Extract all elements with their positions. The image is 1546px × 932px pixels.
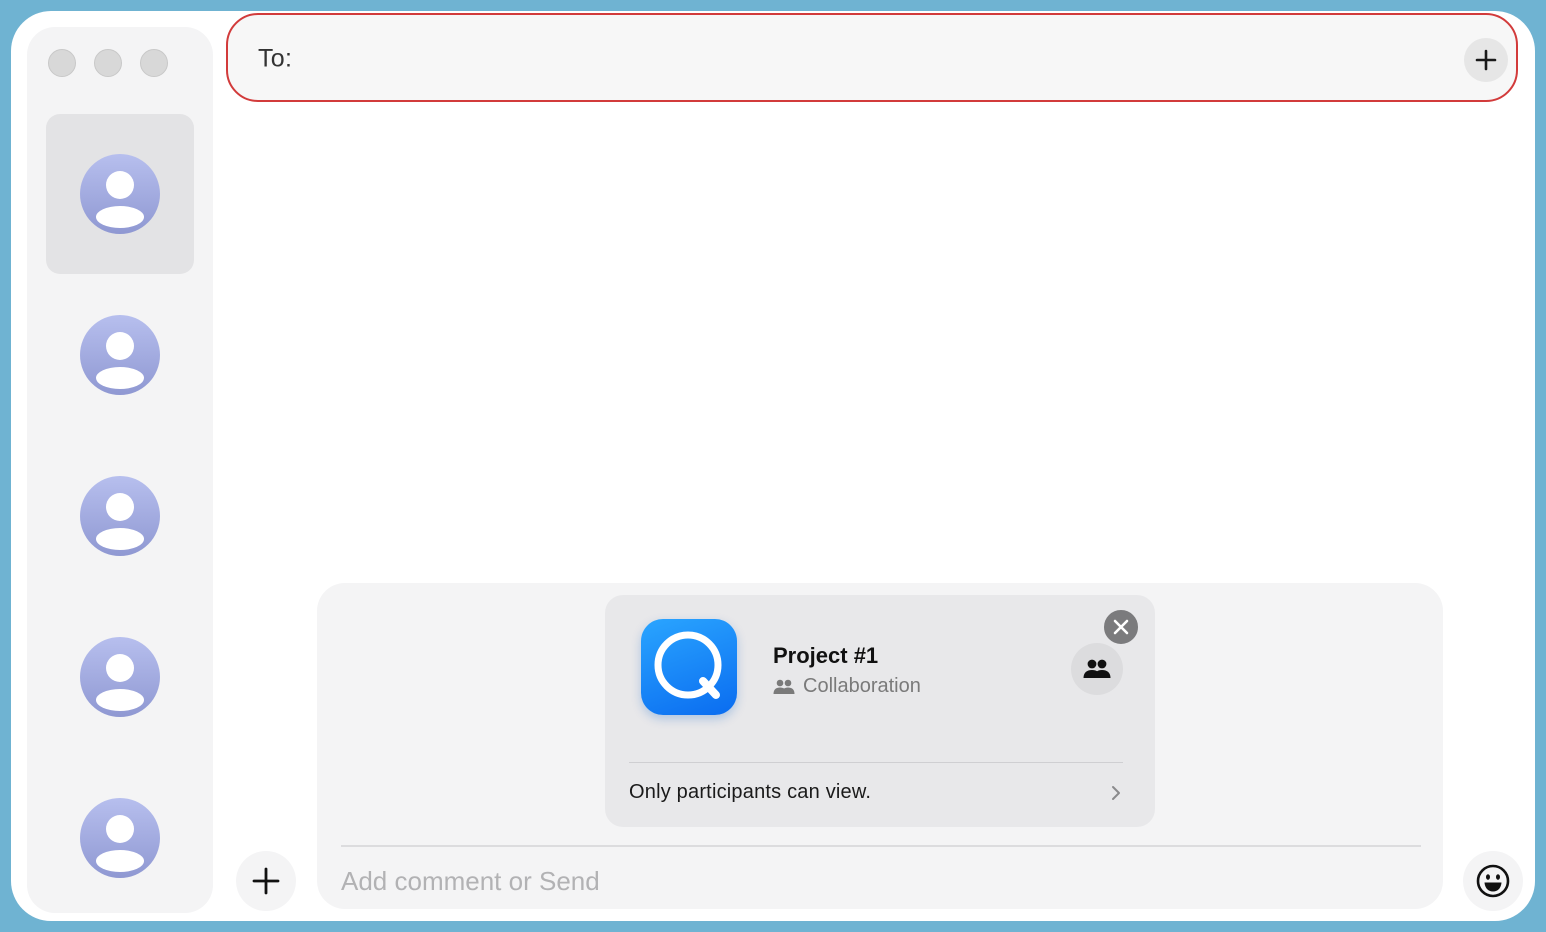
conversation-item-4[interactable] <box>46 597 194 757</box>
chevron-right-icon[interactable] <box>1111 785 1121 801</box>
recipient-field[interactable]: To: <box>226 13 1518 102</box>
conversation-item-3[interactable] <box>46 436 194 596</box>
shared-project-card[interactable]: Project #1 Collaboration Only participan… <box>605 595 1155 827</box>
compose-area: Project #1 Collaboration Only participan… <box>317 583 1443 909</box>
conversation-item-1[interactable] <box>46 114 194 274</box>
messages-window: To: Project #1 Collaboration Only partic… <box>11 11 1535 921</box>
project-title: Project #1 <box>773 643 879 668</box>
person-avatar-icon <box>80 798 160 878</box>
conversation-item-2[interactable] <box>46 275 194 435</box>
person-avatar-icon <box>80 637 160 717</box>
plus-icon <box>252 867 280 895</box>
person-avatar-icon <box>80 154 160 234</box>
close-icon <box>1113 619 1129 635</box>
message-input[interactable] <box>341 863 1401 899</box>
add-attachment-button[interactable] <box>236 851 296 911</box>
people-icon <box>773 679 795 694</box>
compose-divider <box>341 845 1421 847</box>
collaboration-button[interactable] <box>1071 643 1123 695</box>
card-divider <box>629 762 1123 763</box>
remove-attachment-button[interactable] <box>1101 607 1141 647</box>
visibility-setting[interactable]: Only participants can view. <box>629 781 871 804</box>
quick-app-icon <box>641 619 737 715</box>
window-close-button[interactable] <box>48 49 76 77</box>
conversation-item-5[interactable] <box>46 758 194 918</box>
people-icon <box>1083 659 1111 678</box>
to-label: To: <box>258 44 293 73</box>
window-minimize-button[interactable] <box>94 49 122 77</box>
collaboration-label: Collaboration <box>803 675 921 697</box>
project-subtitle: Collaboration <box>773 675 921 698</box>
window-zoom-button[interactable] <box>140 49 168 77</box>
emoji-button[interactable] <box>1463 851 1523 911</box>
add-recipient-button[interactable] <box>1464 38 1508 82</box>
smiley-icon <box>1476 864 1510 898</box>
plus-icon <box>1475 49 1497 71</box>
person-avatar-icon <box>80 476 160 556</box>
person-avatar-icon <box>80 315 160 395</box>
